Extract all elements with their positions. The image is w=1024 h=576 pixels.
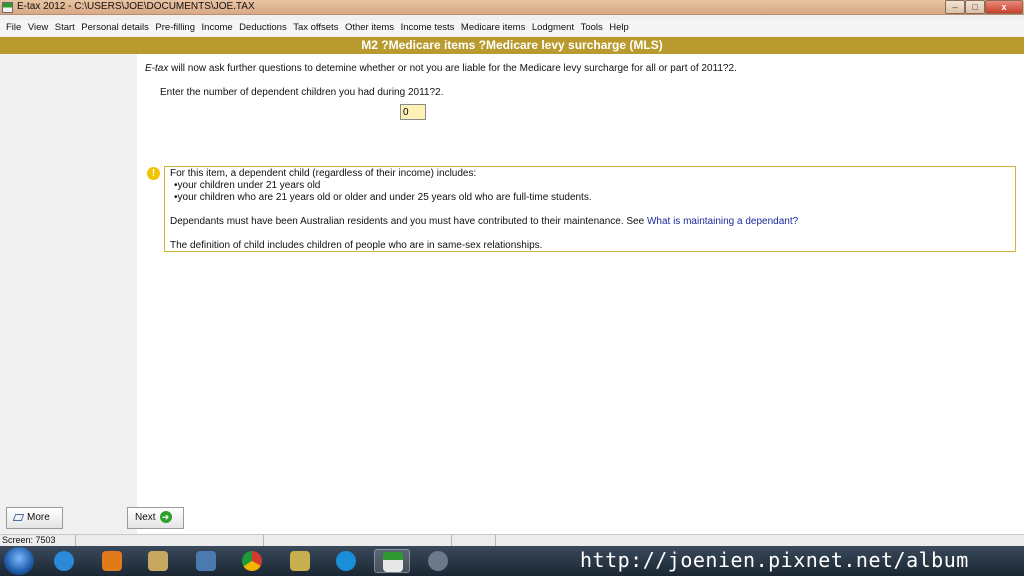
more-label: More (27, 512, 50, 523)
info-box: For this item, a dependent child (regard… (164, 166, 1016, 252)
menu-lodgment[interactable]: Lodgment (529, 20, 577, 35)
info-line: For this item, a dependent child (regard… (170, 168, 477, 179)
internet-explorer-icon[interactable] (46, 549, 82, 573)
menu-medicare-items[interactable]: Medicare items (458, 20, 528, 35)
menu-start[interactable]: Start (52, 20, 78, 35)
maximize-button[interactable]: □ (965, 0, 985, 14)
arrow-right-icon: ➔ (159, 511, 172, 524)
intro-body: will now ask further questions to detemi… (168, 63, 737, 74)
window-title: E-tax 2012 - C:\USERS\JOE\DOCUMENTS\JOE.… (17, 1, 255, 12)
chrome-icon[interactable] (234, 549, 270, 573)
windows-start-icon[interactable] (4, 547, 34, 575)
main-content: E-tax will now ask further questions to … (137, 54, 1024, 534)
more-button[interactable]: More (6, 507, 63, 529)
watermark-text: http://joenien.pixnet.net/album (580, 548, 969, 572)
intro-text: E-tax will now ask further questions to … (145, 63, 737, 74)
info-line: Dependants must have been Australian res… (170, 216, 1010, 228)
etax-taskbar-icon[interactable] (374, 549, 410, 573)
folder-icon[interactable] (282, 549, 318, 573)
dependents-question: Enter the number of dependent children y… (160, 87, 444, 98)
menu-other-items[interactable]: Other items (342, 20, 397, 35)
menu-tools[interactable]: Tools (578, 20, 606, 35)
left-pane (0, 54, 137, 504)
menu-bar: File View Start Personal details Pre-fil… (0, 20, 1024, 36)
menu-tax-offsets[interactable]: Tax offsets (290, 20, 341, 35)
next-label: Next (135, 512, 156, 523)
menu-personal-details[interactable]: Personal details (78, 20, 152, 35)
info-bullet: •your children who are 21 years old or o… (174, 192, 592, 203)
info-line: The definition of child includes childre… (170, 240, 543, 251)
menu-file[interactable]: File (3, 20, 24, 35)
page-title: M2 ?Medicare items ?Medicare levy surcha… (0, 37, 1024, 54)
menu-income[interactable]: Income (199, 20, 236, 35)
menu-deductions[interactable]: Deductions (236, 20, 290, 35)
file-explorer-icon[interactable] (140, 549, 176, 573)
etax-brand: E-tax (145, 63, 169, 74)
minimize-button[interactable]: – (945, 0, 965, 14)
close-button[interactable]: x (985, 0, 1023, 14)
menu-income-tests[interactable]: Income tests (398, 20, 458, 35)
menu-view[interactable]: View (25, 20, 51, 35)
media-player-icon[interactable] (94, 549, 130, 573)
etax-app-icon (2, 2, 13, 13)
dependents-count-input[interactable] (400, 104, 426, 120)
next-button[interactable]: Next ➔ (127, 507, 184, 529)
info-bullet: •your children under 21 years old (174, 180, 321, 191)
maintenance-text: Dependants must have been Australian res… (170, 216, 647, 227)
menu-pre-filling[interactable]: Pre-filling (152, 20, 198, 35)
maintaining-dependant-link[interactable]: What is maintaining a dependant? (647, 216, 798, 227)
status-bar: Screen: 7503 (0, 534, 1024, 547)
settings-app-icon[interactable] (420, 549, 456, 573)
warning-icon: ! (147, 167, 160, 180)
menu-help[interactable]: Help (606, 20, 632, 35)
more-icon (12, 513, 25, 521)
maps-app-icon[interactable] (188, 549, 224, 573)
skype-icon[interactable] (328, 549, 364, 573)
title-bar: E-tax 2012 - C:\USERS\JOE\DOCUMENTS\JOE.… (0, 0, 1024, 15)
